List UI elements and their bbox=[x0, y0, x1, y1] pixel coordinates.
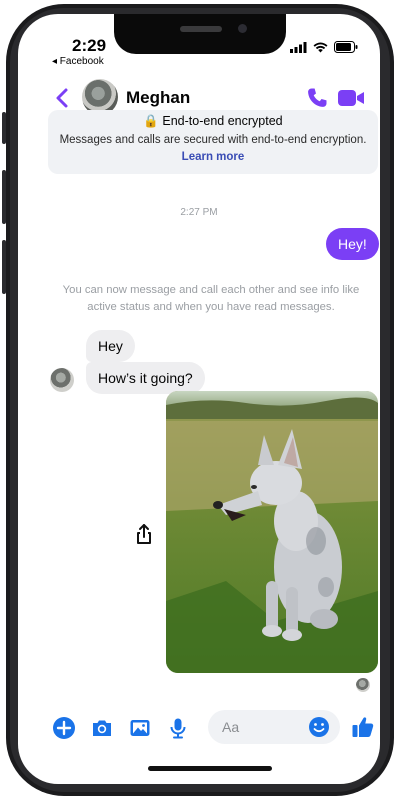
front-camera bbox=[238, 24, 247, 33]
home-indicator[interactable] bbox=[148, 766, 272, 771]
video-camera-icon[interactable] bbox=[337, 86, 367, 110]
message-composer bbox=[18, 708, 380, 748]
camera-icon[interactable] bbox=[90, 716, 114, 740]
volume-down-button bbox=[2, 240, 6, 294]
seen-indicator-avatar bbox=[356, 678, 370, 692]
screen: 2:29 ◂ Facebook Meghan 🔒 End-to-end encr… bbox=[18, 14, 380, 784]
volume-up-button bbox=[2, 170, 6, 224]
emoji-icon[interactable] bbox=[308, 716, 330, 738]
phone-icon[interactable] bbox=[305, 86, 329, 110]
speaker bbox=[180, 26, 222, 32]
incoming-message[interactable]: How’s it going? bbox=[86, 362, 205, 394]
outgoing-message[interactable]: Hey! bbox=[326, 228, 379, 260]
contact-name[interactable]: Meghan bbox=[126, 88, 190, 108]
encryption-body-text: Messages and calls are secured with end-… bbox=[59, 134, 367, 146]
notch bbox=[114, 14, 286, 54]
message-timestamp: 2:27 PM bbox=[180, 207, 218, 218]
side-button bbox=[2, 112, 6, 144]
wifi-icon bbox=[313, 40, 328, 58]
gallery-icon[interactable] bbox=[128, 716, 152, 740]
shared-photo[interactable] bbox=[166, 391, 378, 673]
battery-icon bbox=[334, 40, 358, 58]
back-to-app-link[interactable]: ◂ Facebook bbox=[52, 56, 104, 67]
status-icons bbox=[290, 40, 358, 58]
connection-info-text: You can now message and call each other … bbox=[62, 284, 360, 313]
status-time: 2:29 bbox=[72, 36, 107, 55]
back-chevron-icon[interactable] bbox=[52, 86, 74, 110]
encryption-title: 🔒 End-to-end encrypted bbox=[143, 114, 283, 128]
plus-icon[interactable] bbox=[52, 716, 76, 740]
sender-avatar[interactable] bbox=[50, 368, 74, 392]
microphone-icon[interactable] bbox=[166, 716, 190, 740]
encryption-notice: 🔒 End-to-end encrypted Messages and call… bbox=[48, 110, 378, 174]
incoming-message[interactable]: Hey bbox=[86, 330, 135, 362]
signal-icon bbox=[290, 40, 307, 58]
encryption-body: Messages and calls are secured with end-… bbox=[58, 132, 368, 166]
thumbs-up-icon[interactable] bbox=[351, 714, 375, 740]
learn-more-link[interactable]: Learn more bbox=[182, 151, 245, 163]
share-icon[interactable] bbox=[132, 522, 156, 548]
